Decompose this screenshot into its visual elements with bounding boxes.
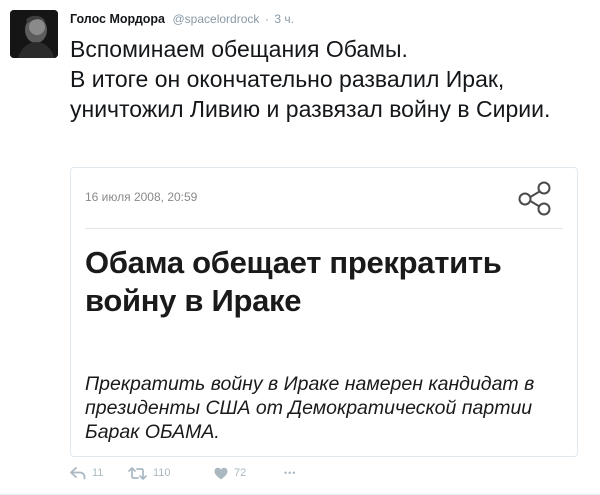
like-count: 72 (234, 467, 247, 479)
avatar-image (10, 10, 58, 58)
more-icon: ••• (284, 468, 297, 478)
like-button[interactable]: 72 (214, 467, 272, 480)
card-headline[interactable]: Обама обещает прекратить войну в Ираке (85, 244, 565, 320)
link-card[interactable]: 16 июля 2008, 20:59 Обама обещает прекра… (70, 167, 578, 457)
separator-dot: · (264, 12, 269, 26)
tweet-text-line2: В итоге он окончательно развалил Ирак, у… (70, 66, 551, 122)
avatar[interactable] (10, 10, 58, 58)
tweet-timestamp[interactable]: 3 ч. (274, 12, 294, 26)
tweet-text-line1: Вспоминаем обещания Обамы. (70, 36, 408, 62)
retweet-button[interactable]: 110 (128, 466, 200, 480)
more-button[interactable]: ••• (284, 468, 296, 478)
retweet-count: 110 (153, 467, 171, 479)
share-icon[interactable] (515, 178, 555, 218)
tweet[interactable]: Голос Мордора @spacelordrock · 3 ч. Вспо… (0, 0, 600, 495)
reply-button[interactable]: 11 (70, 466, 122, 480)
retweet-icon (128, 466, 147, 480)
card-date: 16 июля 2008, 20:59 (85, 190, 198, 204)
tweet-actions: 11 110 72 ••• (70, 463, 296, 483)
card-divider (85, 228, 563, 229)
reply-count: 11 (92, 467, 104, 479)
heart-icon (214, 467, 228, 479)
reply-icon (70, 467, 86, 480)
author-handle[interactable]: @spacelordrock (172, 12, 259, 26)
card-body: Прекратить войну в Ираке намерен кандида… (85, 373, 535, 443)
tweet-text: Вспоминаем обещания Обамы. В итоге он ок… (70, 34, 590, 124)
tweet-header: Голос Мордора @spacelordrock · 3 ч. (70, 11, 294, 27)
author-name[interactable]: Голос Мордора (70, 12, 165, 26)
